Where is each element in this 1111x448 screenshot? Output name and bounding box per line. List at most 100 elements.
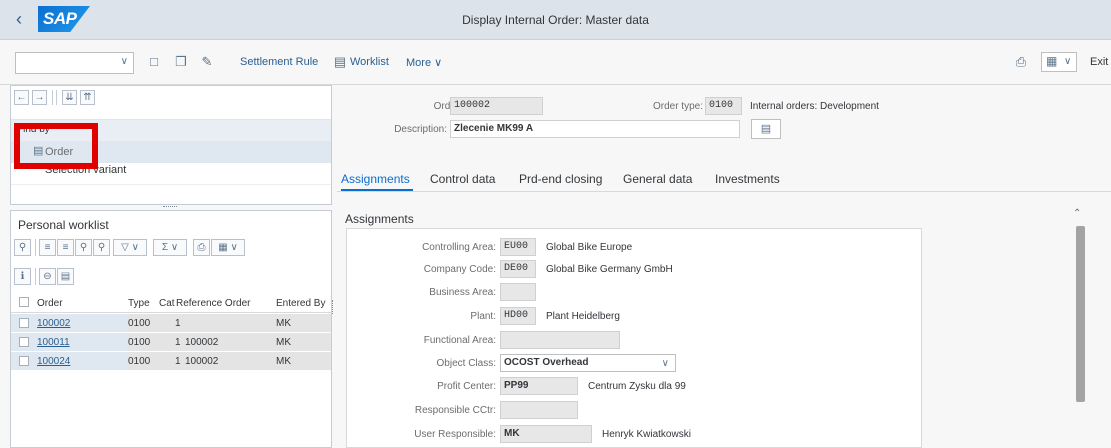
layout-icon: ▦ [1046, 54, 1058, 68]
responsible-cctr-label: Responsible CCtr: [414, 405, 496, 416]
object-class-select[interactable]: OCOST Overhead ∨ [500, 354, 676, 372]
controlling-area-field[interactable]: EU00 [500, 238, 536, 256]
settlement-rule-button[interactable]: Settlement Rule [240, 56, 318, 68]
minus-circle-icon[interactable]: ⊖ [39, 268, 56, 285]
vertical-scrollbar-thumb[interactable] [1076, 226, 1085, 402]
active-tab-indicator [341, 189, 413, 191]
print-icon[interactable]: ⎙ [193, 239, 210, 256]
row-checkbox[interactable] [19, 356, 29, 366]
column-header-cat[interactable]: Cat [159, 298, 175, 309]
personal-worklist-panel: Personal worklist ⚲ ≡ ≡ ⚲ ⚲ ▽ ∨ Σ ∨ ⎙ ▦ … [10, 210, 332, 448]
vertical-splitter-handle[interactable] [332, 300, 336, 314]
functional-area-field[interactable] [500, 331, 620, 349]
copy-icon[interactable]: ❐ [172, 53, 190, 71]
scroll-up-icon[interactable]: ⌃ [1073, 208, 1081, 219]
filter-icon: ▽ [121, 242, 129, 253]
chevron-down-icon: ∨ [120, 56, 128, 67]
user-responsible-field[interactable]: MK [500, 425, 592, 443]
cat-cell: 1 [175, 356, 181, 367]
user-responsible-text: Henryk Kwiatkowski [602, 429, 691, 440]
sort-descending-icon[interactable]: ≡ [57, 239, 74, 256]
more-button[interactable]: More ∨ [406, 56, 442, 69]
table-row[interactable]: 100011 0100 1 100002 MK [11, 333, 331, 351]
business-area-field[interactable] [500, 283, 536, 301]
cat-cell: 1 [175, 318, 181, 329]
entered-by-cell: MK [276, 337, 291, 348]
edit-icon[interactable]: ✎ [198, 53, 216, 71]
find-icon[interactable]: ⚲ [75, 239, 92, 256]
chevron-down-icon: ∨ [230, 242, 238, 253]
sort-ascending-icon[interactable]: ≡ [39, 239, 56, 256]
profit-center-field[interactable]: PP99 [500, 377, 578, 395]
row-checkbox[interactable] [19, 318, 29, 328]
order-link[interactable]: 100024 [37, 356, 70, 367]
assignments-section-title: Assignments [345, 212, 414, 226]
order-field[interactable]: 100002 [450, 97, 543, 115]
views-button[interactable]: ▦ ∨ [211, 239, 245, 256]
plant-text: Plant Heidelberg [546, 311, 620, 322]
plant-field[interactable]: HD00 [500, 307, 536, 325]
page-title: Display Internal Order: Master data [462, 13, 649, 27]
collapse-all-icon[interactable]: ⇈ [80, 90, 95, 105]
back-arrow-icon[interactable]: ← [14, 90, 29, 105]
new-document-icon[interactable]: □ [145, 53, 163, 71]
long-text-icon: ▤ [760, 123, 772, 135]
column-header-type[interactable]: Type [128, 298, 150, 309]
type-cell: 0100 [128, 337, 151, 348]
column-header-order[interactable]: Order [37, 298, 63, 309]
order-link[interactable]: 100011 [37, 337, 70, 348]
row-data-bg [128, 333, 331, 351]
layout-menu-button[interactable]: ▦ ∨ [1041, 52, 1077, 72]
expand-all-icon[interactable]: ⇊ [62, 90, 77, 105]
company-code-field[interactable]: DE00 [500, 260, 536, 278]
responsible-cctr-field[interactable] [500, 401, 578, 419]
row-checkbox[interactable] [19, 337, 29, 347]
tab-general-data[interactable]: General data [623, 172, 692, 186]
order-type-text: Internal orders: Development [750, 101, 879, 112]
company-code-text: Global Bike Germany GmbH [546, 264, 673, 275]
exit-button[interactable]: Exit [1090, 56, 1108, 68]
details-icon[interactable]: ⚲ [14, 239, 31, 256]
plant-label: Plant: [470, 311, 496, 322]
layout-settings-icon[interactable]: ▤ [57, 268, 74, 285]
tab-assignments[interactable]: Assignments [341, 172, 410, 186]
tab-investments[interactable]: Investments [715, 172, 780, 186]
filter-button[interactable]: ▽ ∨ [113, 239, 147, 256]
functional-area-label: Functional Area: [423, 335, 496, 346]
splitter-handle[interactable] [163, 206, 177, 208]
object-class-label: Object Class: [436, 358, 496, 369]
long-text-button[interactable]: ▤ [751, 119, 781, 139]
command-field[interactable]: ∨ [15, 52, 134, 74]
worklist-table-header: Order Type Cat Reference Order Entered B… [11, 293, 331, 313]
table-row[interactable]: 100002 0100 1 MK [11, 314, 331, 332]
order-link[interactable]: 100002 [37, 318, 70, 329]
column-header-reference-order[interactable]: Reference Order [176, 298, 250, 309]
cat-cell: 1 [175, 337, 181, 348]
chevron-down-icon: ∨ [661, 358, 669, 369]
object-class-value: OCOST Overhead [504, 357, 589, 368]
tab-prd-end-closing[interactable]: Prd-end closing [519, 172, 602, 186]
worklist-icon: ▤ [333, 54, 347, 69]
reference-order-cell: 100002 [185, 337, 219, 348]
toolbar: ∨ □ ❐ ✎ Settlement Rule ▤ Worklist More … [0, 40, 1111, 85]
column-header-entered-by[interactable]: Entered By [276, 298, 325, 309]
sum-button[interactable]: Σ ∨ [153, 239, 187, 256]
description-field[interactable]: Zlecenie MK99 A [450, 120, 740, 138]
find-next-icon[interactable]: ⚲ [93, 239, 110, 256]
profit-center-text: Centrum Zysku dla 99 [588, 381, 686, 392]
info-icon[interactable]: ℹ [14, 268, 31, 285]
select-all-checkbox[interactable] [19, 297, 29, 307]
sum-icon: Σ [161, 242, 169, 253]
chevron-down-icon: ∨ [1064, 56, 1072, 67]
order-type-field[interactable]: 0100 [705, 97, 742, 115]
separator [35, 239, 36, 256]
type-cell: 0100 [128, 318, 151, 329]
worklist-button[interactable]: Worklist [350, 56, 389, 68]
chevron-down-icon: ∨ [170, 242, 179, 253]
reference-order-cell: 100002 [185, 356, 219, 367]
print-icon[interactable]: ⎙ [1012, 53, 1030, 71]
tab-control-data[interactable]: Control data [430, 172, 495, 186]
forward-arrow-icon[interactable]: → [32, 90, 47, 105]
chevron-down-icon: ∨ [434, 57, 443, 69]
table-row[interactable]: 100024 0100 1 100002 MK [11, 352, 331, 370]
